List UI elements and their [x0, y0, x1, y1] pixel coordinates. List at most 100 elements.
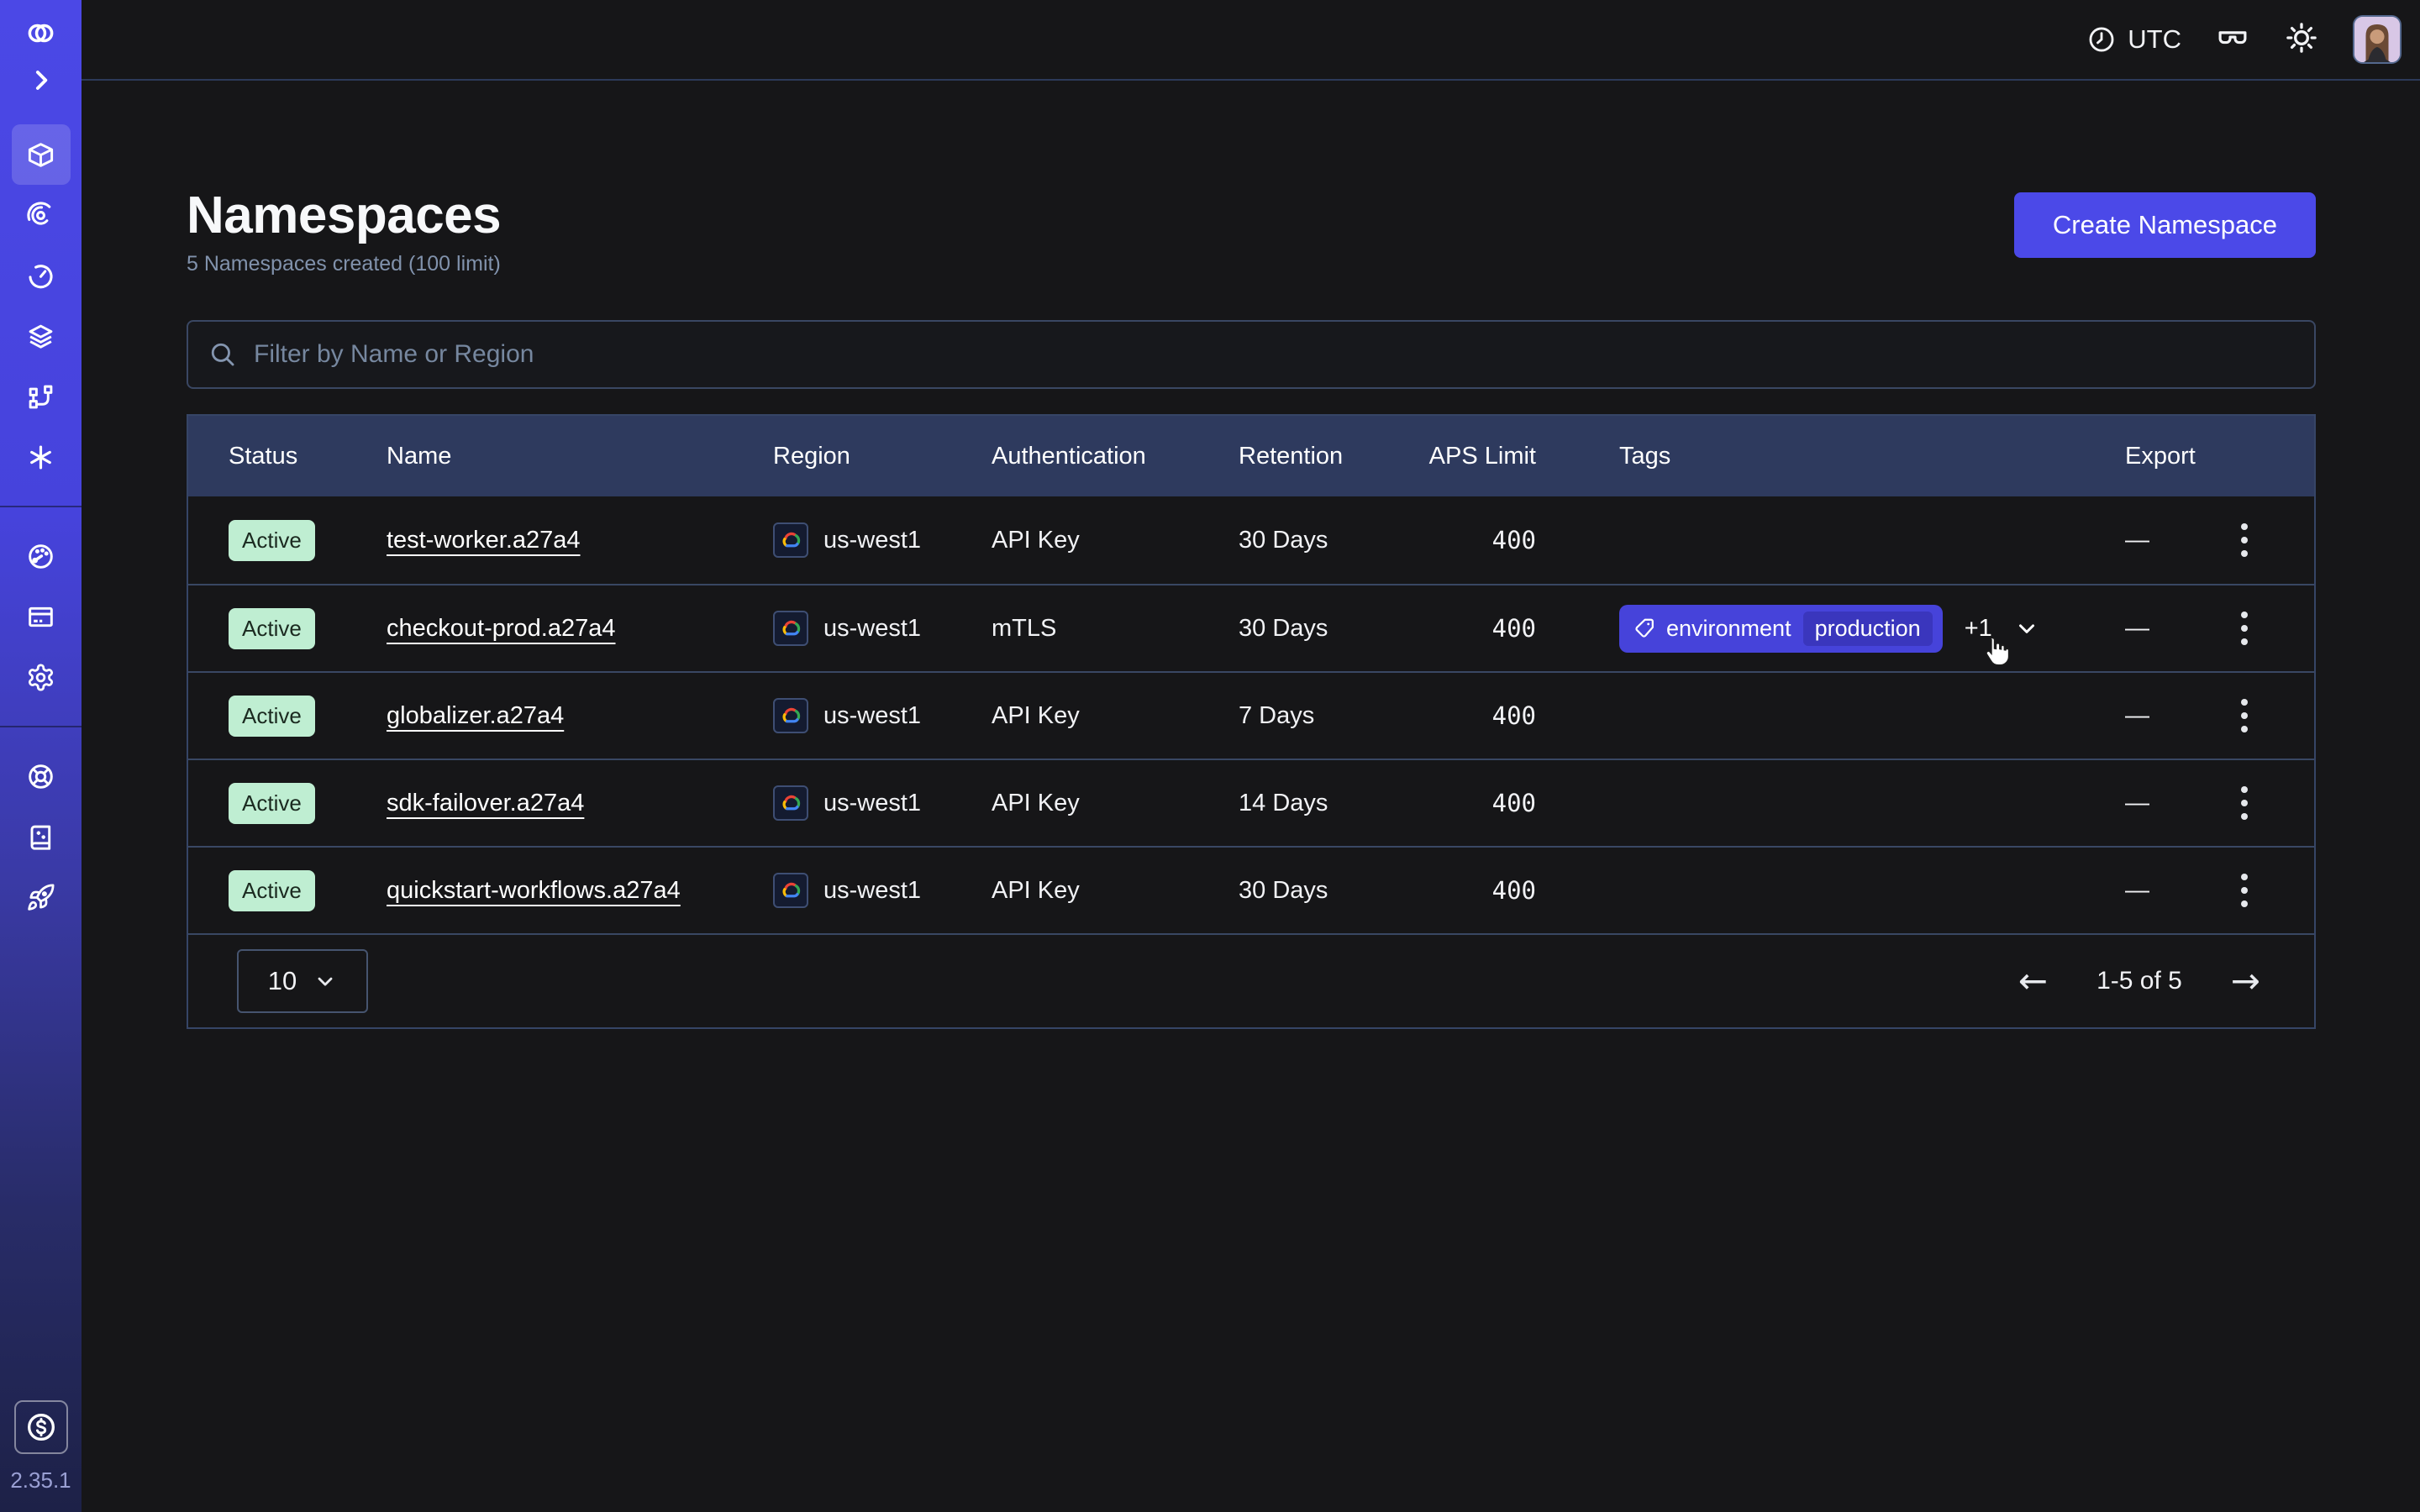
topbar: UTC [82, 0, 2420, 81]
pagination-range: 1-5 of 5 [2096, 967, 2182, 995]
export-status: — [2073, 877, 2207, 905]
namespace-link[interactable]: checkout-prod.a27a4 [387, 615, 615, 642]
previous-page-button arrow-left-icon[interactable]: ← [2018, 963, 2048, 999]
column-header-aps-limit[interactable]: APS Limit [1390, 443, 1536, 470]
tag-value: production [1803, 612, 1933, 646]
sidebar-item-usage gauge-icon[interactable] [12, 526, 71, 586]
gcp-cloud-icon [773, 522, 808, 558]
tag-group: environment production +1 [1619, 605, 2039, 653]
retention-period: 7 Days [1239, 702, 1390, 730]
table-row[interactable]: Active test-worker.a27a4 us-west1 API Ke… [188, 496, 2314, 584]
gcp-cloud-icon [773, 785, 808, 821]
namespaces-table: Status Name Region Authentication Retent… [187, 414, 2316, 1029]
tag-pill[interactable]: environment production [1619, 605, 1943, 653]
status-badge: Active [229, 696, 315, 737]
sidebar-item-billing card-icon[interactable] [12, 586, 71, 647]
status-badge: Active [229, 870, 315, 911]
tag-icon [1633, 617, 1656, 640]
temporal-logo-icon[interactable] [12, 8, 71, 57]
row-actions-kebab-menu[interactable] [2221, 867, 2268, 914]
export-status: — [2073, 790, 2207, 817]
timezone-selector[interactable]: UTC [2087, 24, 2181, 55]
sidebar-item-support life-ring-icon[interactable] [12, 746, 71, 806]
search-icon [208, 340, 237, 369]
namespace-link[interactable]: quickstart-workflows.a27a4 [387, 877, 681, 904]
retention-period: 30 Days [1239, 877, 1390, 905]
table-header-row: Status Name Region Authentication Retent… [188, 416, 2314, 496]
page-size-select[interactable]: 10 [237, 949, 368, 1013]
export-status: — [2073, 527, 2207, 554]
namespace-link[interactable]: sdk-failover.a27a4 [387, 790, 584, 816]
region-label: us-west1 [823, 615, 921, 643]
namespace-count-subtitle: 5 Namespaces created (100 limit) [187, 252, 501, 276]
gcp-cloud-icon [773, 873, 808, 908]
aps-limit: 400 [1390, 614, 1536, 643]
table-body: Active test-worker.a27a4 us-west1 API Ke… [188, 496, 2314, 933]
table-row[interactable]: Active sdk-failover.a27a4 us-west1 API K… [188, 759, 2314, 846]
region-label: us-west1 [823, 702, 921, 730]
page-size-value: 10 [268, 966, 297, 996]
column-header-status[interactable]: Status [229, 443, 387, 470]
aps-limit: 400 [1390, 701, 1536, 730]
sidebar: 2.35.1 [0, 0, 82, 1512]
status-badge: Active [229, 608, 315, 649]
glasses-icon[interactable] [2215, 20, 2250, 60]
sidebar-item-schedules timer-icon[interactable] [12, 245, 71, 306]
create-namespace-button[interactable]: Create Namespace [2014, 192, 2316, 258]
export-status: — [2073, 615, 2207, 643]
clock-icon [2087, 25, 2116, 54]
sidebar-expand-chevron-icon[interactable] [12, 57, 71, 102]
sidebar-item-namespaces cube-icon[interactable] [12, 124, 71, 185]
row-actions-kebab-menu[interactable] [2221, 780, 2268, 827]
sidebar-item-workflows orbit-icon[interactable] [12, 185, 71, 245]
status-badge: Active [229, 520, 315, 561]
column-header-tags[interactable]: Tags [1536, 443, 2073, 470]
sidebar-item-settings gear-icon[interactable] [12, 647, 71, 707]
gcp-cloud-icon [773, 698, 808, 733]
timezone-label: UTC [2128, 24, 2181, 55]
region-label: us-west1 [823, 790, 921, 817]
tag-key: environment [1666, 616, 1791, 642]
region-label: us-west1 [823, 527, 921, 554]
column-header-export[interactable]: Export [2073, 443, 2207, 470]
namespace-link[interactable]: globalizer.a27a4 [387, 702, 564, 729]
next-page-button arrow-right-icon[interactable]: → [2231, 963, 2260, 999]
table-row[interactable]: Active quickstart-workflows.a27a4 us-wes… [188, 846, 2314, 933]
row-actions-kebab-menu[interactable] [2221, 692, 2268, 739]
user-avatar[interactable] [2353, 15, 2402, 64]
table-footer: 10 ← 1-5 of 5 → [188, 933, 2314, 1027]
column-header-retention[interactable]: Retention [1239, 443, 1390, 470]
aps-limit: 400 [1390, 789, 1536, 817]
sidebar-item-nexus asterisk-icon[interactable] [12, 427, 71, 487]
app-version: 2.35.1 [10, 1467, 71, 1494]
column-header-name[interactable]: Name [387, 443, 773, 470]
namespace-link[interactable]: test-worker.a27a4 [387, 527, 581, 554]
pricing-badge-icon[interactable] [14, 1400, 68, 1454]
tags-chevron-down-icon[interactable] [2014, 616, 2039, 641]
sidebar-item-docs book-icon[interactable] [12, 806, 71, 867]
retention-period: 30 Days [1239, 615, 1390, 643]
auth-method: API Key [992, 877, 1239, 905]
auth-method: API Key [992, 527, 1239, 554]
export-status: — [2073, 702, 2207, 730]
retention-period: 30 Days [1239, 527, 1390, 554]
row-actions-kebab-menu[interactable] [2221, 605, 2268, 652]
main-content: Namespaces 5 Namespaces created (100 lim… [82, 81, 2420, 1512]
mouse-cursor [1978, 635, 2013, 670]
retention-period: 14 Days [1239, 790, 1390, 817]
sidebar-item-deployments branch-icon[interactable] [12, 366, 71, 427]
sidebar-item-batch layers-icon[interactable] [12, 306, 71, 366]
aps-limit: 400 [1390, 526, 1536, 554]
theme-sun-icon[interactable] [2284, 20, 2319, 60]
column-header-region[interactable]: Region [773, 443, 992, 470]
auth-method: mTLS [992, 615, 1239, 643]
table-row[interactable]: Active globalizer.a27a4 us-west1 API Key… [188, 671, 2314, 759]
row-actions-kebab-menu[interactable] [2221, 517, 2268, 564]
filter-input[interactable] [187, 320, 2316, 389]
sidebar-divider [0, 726, 82, 727]
status-badge: Active [229, 783, 315, 824]
column-header-authentication[interactable]: Authentication [992, 443, 1239, 470]
sidebar-divider [0, 506, 82, 507]
region-label: us-west1 [823, 877, 921, 905]
sidebar-item-getting-started rocket-icon[interactable] [12, 867, 71, 927]
